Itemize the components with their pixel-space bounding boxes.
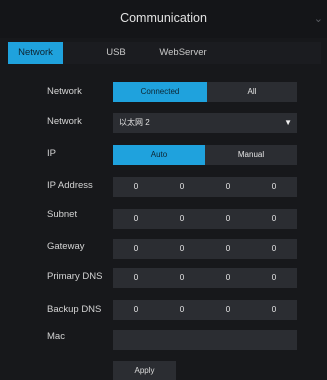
gateway-label: Gateway xyxy=(47,241,85,252)
tab-network[interactable]: Network xyxy=(8,42,63,64)
gateway-octet-4[interactable]: 0 xyxy=(251,239,297,259)
primary-dns-octet-2[interactable]: 0 xyxy=(159,268,205,288)
primary-dns-octet-4[interactable]: 0 xyxy=(251,268,297,288)
backup-dns-label: Backup DNS xyxy=(47,304,102,315)
tab-bar: Network USB WebServer xyxy=(8,42,321,64)
gateway-octet-3[interactable]: 0 xyxy=(205,239,251,259)
primary-dns-label: Primary DNS xyxy=(47,271,103,282)
apply-button[interactable]: Apply xyxy=(113,361,176,380)
subnet-octet-4[interactable]: 0 xyxy=(251,209,297,229)
network-adapter-select[interactable]: 以太网 2 ▼ xyxy=(113,113,297,133)
primary-dns-octet-1[interactable]: 0 xyxy=(113,268,159,288)
backup-dns-octet-4[interactable]: 0 xyxy=(251,300,297,320)
title-bar: Communication ⌄ xyxy=(0,0,327,38)
auto-option[interactable]: Auto xyxy=(113,145,205,165)
tab-webserver[interactable]: WebServer xyxy=(158,42,208,64)
caret-down-icon: ▼ xyxy=(284,118,292,127)
manual-option[interactable]: Manual xyxy=(205,145,297,165)
ip-address-octet-4[interactable]: 0 xyxy=(251,177,297,197)
ip-address-octet-2[interactable]: 0 xyxy=(159,177,205,197)
chevron-down-icon[interactable]: ⌄ xyxy=(314,12,323,25)
network-adapter-value: 以太网 2 xyxy=(119,118,150,127)
primary-dns-octet-3[interactable]: 0 xyxy=(205,268,251,288)
subnet-octet-2[interactable]: 0 xyxy=(159,209,205,229)
connected-option[interactable]: Connected xyxy=(113,82,207,102)
window-title: Communication xyxy=(120,11,207,25)
subnet-octet-3[interactable]: 0 xyxy=(205,209,251,229)
subnet-octet-1[interactable]: 0 xyxy=(113,209,159,229)
all-option[interactable]: All xyxy=(207,82,297,102)
gateway-octet-2[interactable]: 0 xyxy=(159,239,205,259)
gateway-octet-1[interactable]: 0 xyxy=(113,239,159,259)
backup-dns-octet-3[interactable]: 0 xyxy=(205,300,251,320)
network-adapter-label: Network xyxy=(47,116,82,127)
mac-label: Mac xyxy=(47,331,65,342)
tab-usb[interactable]: USB xyxy=(104,42,128,64)
backup-dns-octet-1[interactable]: 0 xyxy=(113,300,159,320)
ip-address-label: IP Address xyxy=(47,180,93,191)
network-status-label: Network xyxy=(47,86,82,97)
ip-address-octet-1[interactable]: 0 xyxy=(113,177,159,197)
subnet-label: Subnet xyxy=(47,209,78,220)
ip-mode-label: IP xyxy=(47,148,56,159)
ip-address-octet-3[interactable]: 0 xyxy=(205,177,251,197)
mac-field[interactable] xyxy=(113,330,297,350)
backup-dns-octet-2[interactable]: 0 xyxy=(159,300,205,320)
